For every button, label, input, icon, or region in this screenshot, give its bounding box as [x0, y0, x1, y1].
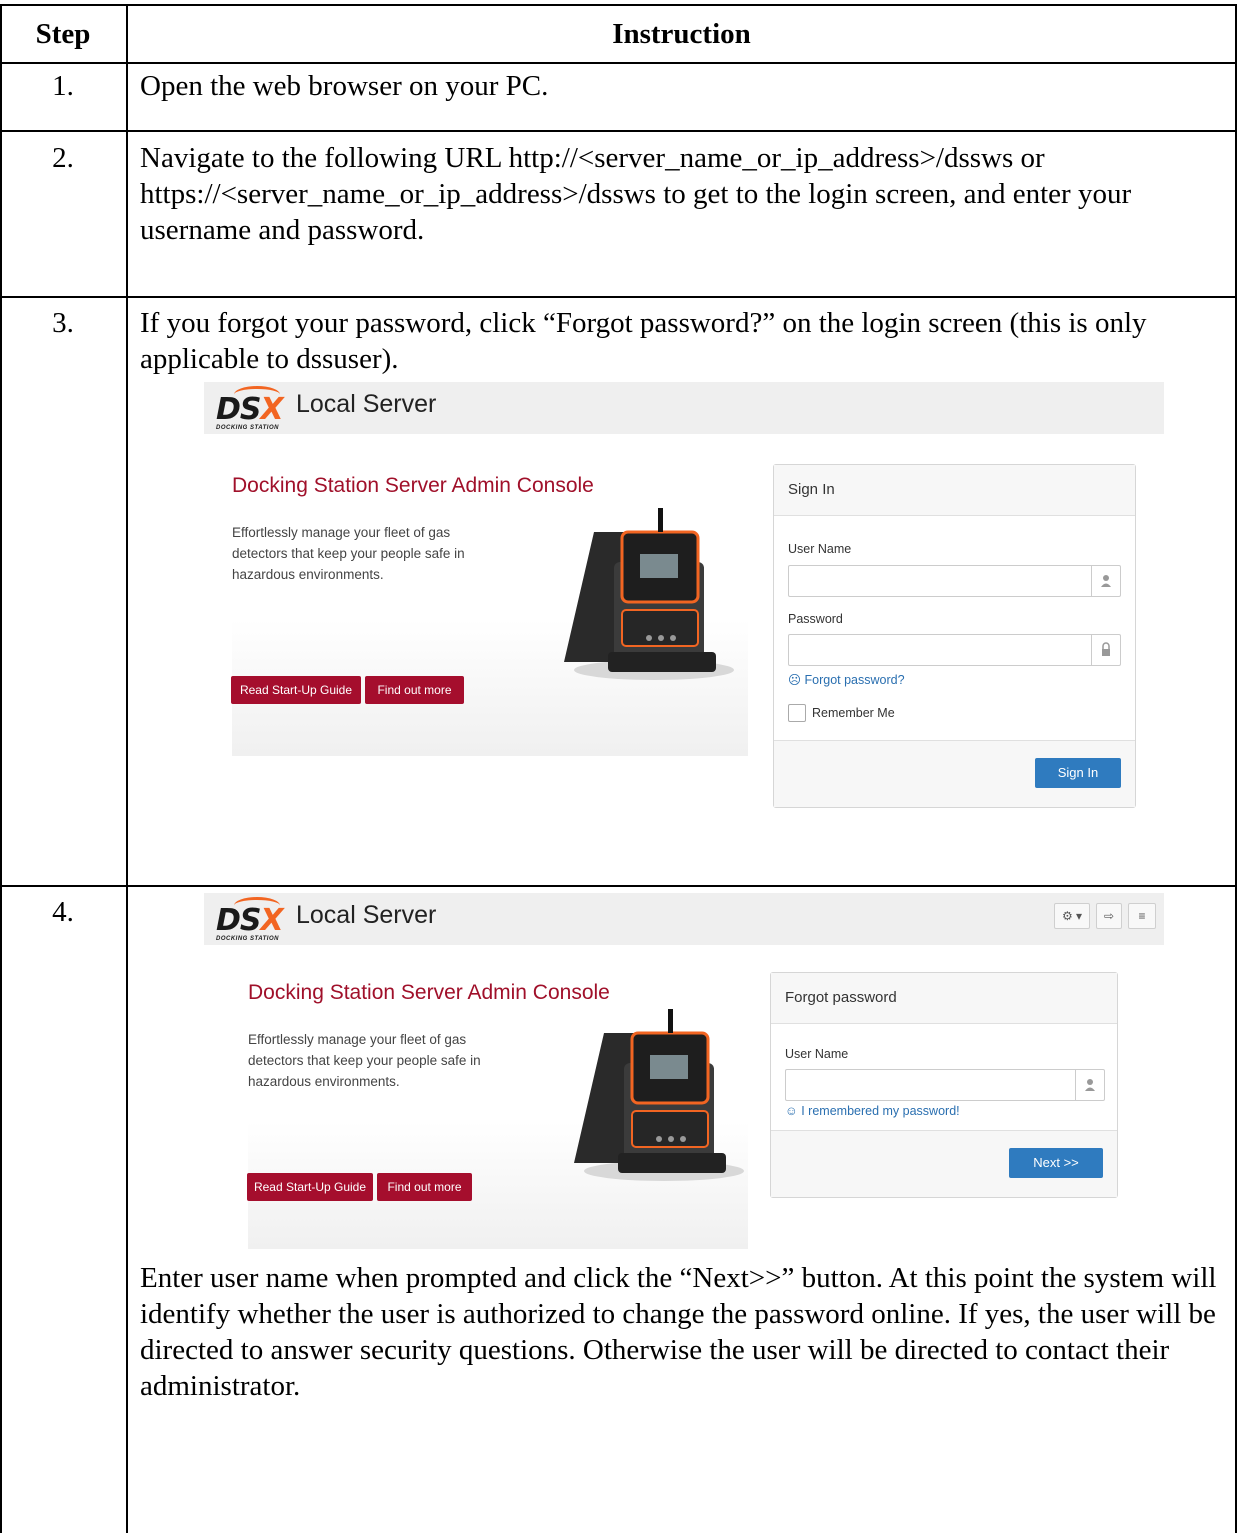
signin-panel-title: Sign In: [774, 465, 1135, 516]
step-number: 1.: [52, 70, 74, 102]
app-header: DSX DOCKING STATION Local Server: [204, 382, 1164, 434]
forgot-password-panel: Forgot password User Name ☺ I remembered…: [770, 972, 1118, 1198]
find-out-more-button[interactable]: Find out more: [377, 1173, 472, 1201]
instruction-text: If you forgot your password, click “Forg…: [140, 307, 1147, 375]
find-out-more-button[interactable]: Find out more: [365, 676, 464, 704]
table-left-border: [0, 4, 2, 1533]
header-divider: [0, 62, 1237, 64]
hero-description: Effortlessly manage your fleet of gas de…: [232, 525, 465, 582]
app-name: Local Server: [296, 390, 437, 418]
password-input[interactable]: [788, 634, 1121, 666]
read-startup-guide-button[interactable]: Read Start-Up Guide: [247, 1173, 373, 1201]
username-label: User Name: [788, 542, 852, 556]
sign-in-button[interactable]: Sign In: [1035, 758, 1121, 788]
docking-station-image: [564, 508, 734, 680]
menu-button[interactable]: ≡: [1128, 903, 1156, 929]
signin-panel-footer: Sign In: [774, 740, 1135, 807]
signin-screenshot: DSX DOCKING STATION Local Server Docking…: [204, 382, 1166, 812]
forgot-panel-footer: Next >>: [771, 1130, 1117, 1197]
row-divider: [0, 885, 1237, 887]
header-instruction: Instruction: [612, 18, 751, 50]
settings-dropdown-button[interactable]: ⚙ ▾: [1054, 903, 1090, 929]
forgot-password-screenshot: DSX DOCKING STATION Local Server ⚙ ▾ ⇨ ≡…: [204, 893, 1166, 1253]
header-step: Step: [35, 18, 91, 50]
hero-title: Docking Station Server Admin Console: [232, 474, 594, 497]
app-header: DSX DOCKING STATION Local Server ⚙ ▾ ⇨ ≡: [204, 893, 1164, 945]
lock-icon: [1091, 635, 1120, 665]
instruction-text: Enter user name when prompted and click …: [140, 1262, 1217, 1402]
hero-title: Docking Station Server Admin Console: [248, 981, 610, 1004]
forgot-password-panel-title: Forgot password: [771, 973, 1117, 1024]
remember-me-checkbox[interactable]: [788, 704, 806, 722]
column-divider: [126, 4, 128, 1533]
password-label: Password: [788, 612, 843, 626]
logout-button[interactable]: ⇨: [1096, 903, 1122, 929]
row-divider: [0, 130, 1237, 132]
app-name: Local Server: [296, 901, 437, 929]
next-button[interactable]: Next >>: [1009, 1148, 1103, 1178]
docking-station-image: [574, 1009, 744, 1181]
step-number: 2.: [52, 142, 74, 174]
instruction-text: Navigate to the following URL http://<se…: [140, 142, 1132, 246]
instruction-text: Open the web browser on your PC.: [140, 70, 549, 102]
username-label: User Name: [785, 1047, 849, 1061]
user-icon: [1075, 1070, 1104, 1100]
user-icon: [1091, 566, 1120, 596]
username-input[interactable]: [785, 1069, 1105, 1101]
remember-me-label: Remember Me: [812, 706, 895, 720]
step-number: 4.: [52, 896, 74, 928]
forgot-password-link[interactable]: ☹ Forgot password?: [788, 672, 905, 687]
username-input[interactable]: [788, 565, 1121, 597]
table-top-border: [0, 4, 1237, 6]
read-startup-guide-button[interactable]: Read Start-Up Guide: [231, 676, 361, 704]
step-number: 3.: [52, 307, 74, 339]
hero-description: Effortlessly manage your fleet of gas de…: [248, 1032, 481, 1089]
remembered-password-link[interactable]: ☺ I remembered my password!: [785, 1104, 960, 1118]
signin-panel: Sign In User Name Password ☹ Forgot pass…: [773, 464, 1136, 808]
row-divider: [0, 296, 1237, 298]
